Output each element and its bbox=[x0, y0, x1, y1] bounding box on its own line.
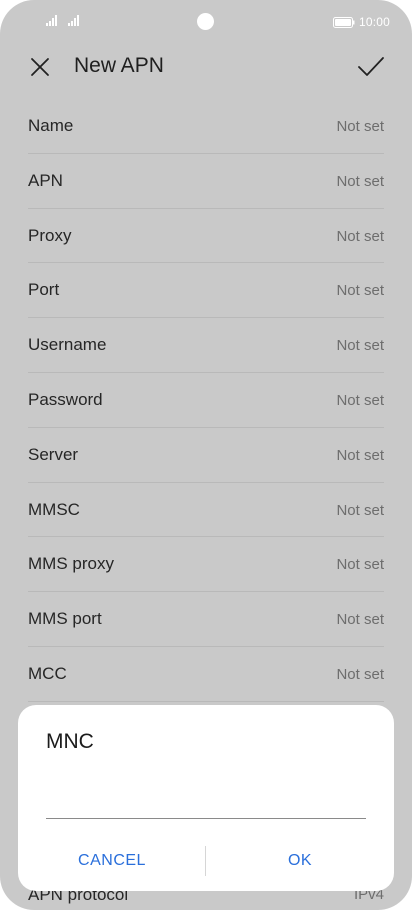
setting-row-port[interactable]: Port Not set bbox=[28, 263, 384, 319]
setting-label: Password bbox=[28, 389, 103, 409]
setting-row-server[interactable]: Server Not set bbox=[28, 428, 384, 483]
setting-row-name[interactable]: Name Not set bbox=[28, 99, 384, 154]
setting-row-apn[interactable]: APN Not set bbox=[28, 154, 384, 209]
setting-value: Not set bbox=[336, 391, 384, 409]
setting-value: Not set bbox=[336, 172, 384, 190]
setting-label: Proxy bbox=[28, 225, 72, 245]
setting-label: MMSC bbox=[28, 499, 80, 519]
setting-row-mms-port[interactable]: MMS port Not set bbox=[28, 592, 384, 647]
setting-label: MCC bbox=[28, 663, 67, 683]
close-icon[interactable] bbox=[28, 55, 54, 81]
status-time: 10:00 bbox=[359, 15, 391, 29]
setting-label: MMS port bbox=[28, 609, 102, 629]
signal-icon bbox=[46, 15, 57, 26]
app-bar: New APN bbox=[0, 44, 412, 94]
mnc-input[interactable] bbox=[46, 781, 366, 819]
setting-value: Not set bbox=[336, 282, 384, 300]
check-icon[interactable] bbox=[356, 53, 386, 81]
mnc-dialog: MNC CANCEL OK bbox=[18, 705, 394, 891]
setting-label: Name bbox=[28, 116, 74, 135]
status-bar: 10:00 bbox=[0, 0, 412, 44]
signal-icon bbox=[68, 15, 79, 26]
setting-row-mmsc[interactable]: MMSC Not set bbox=[28, 483, 384, 538]
settings-list: Name Not set APN Not set Proxy Not set P… bbox=[0, 99, 412, 702]
setting-value: Not set bbox=[336, 337, 384, 355]
dialog-actions: CANCEL OK bbox=[18, 843, 394, 879]
camera-cutout bbox=[197, 13, 214, 30]
setting-value: Not set bbox=[336, 501, 384, 519]
setting-row-mms-proxy[interactable]: MMS proxy Not set bbox=[28, 537, 384, 593]
battery-icon bbox=[333, 17, 355, 28]
setting-value: Not set bbox=[336, 665, 384, 683]
page-title: New APN bbox=[74, 54, 164, 77]
setting-value: Not set bbox=[336, 611, 384, 629]
setting-label: Port bbox=[28, 280, 60, 300]
setting-label: Username bbox=[28, 335, 107, 355]
setting-row-username[interactable]: Username Not set bbox=[28, 318, 384, 373]
screen: 10:00 New APN Name Not set APN Not set P… bbox=[0, 0, 412, 910]
setting-label: MMS proxy bbox=[28, 554, 114, 574]
setting-row-mcc[interactable]: MCC Not set bbox=[28, 647, 384, 702]
setting-label: Server bbox=[28, 444, 79, 464]
setting-value: Not set bbox=[336, 556, 384, 574]
setting-value: Not set bbox=[336, 446, 384, 464]
cancel-button[interactable]: CANCEL bbox=[18, 843, 206, 879]
dialog-title: MNC bbox=[46, 730, 94, 753]
setting-row-proxy[interactable]: Proxy Not set bbox=[28, 209, 384, 264]
setting-row-password[interactable]: Password Not set bbox=[28, 373, 384, 428]
setting-value: Not set bbox=[336, 118, 384, 135]
ok-button[interactable]: OK bbox=[206, 843, 394, 879]
setting-value: Not set bbox=[336, 227, 384, 245]
setting-label: APN bbox=[28, 170, 63, 190]
